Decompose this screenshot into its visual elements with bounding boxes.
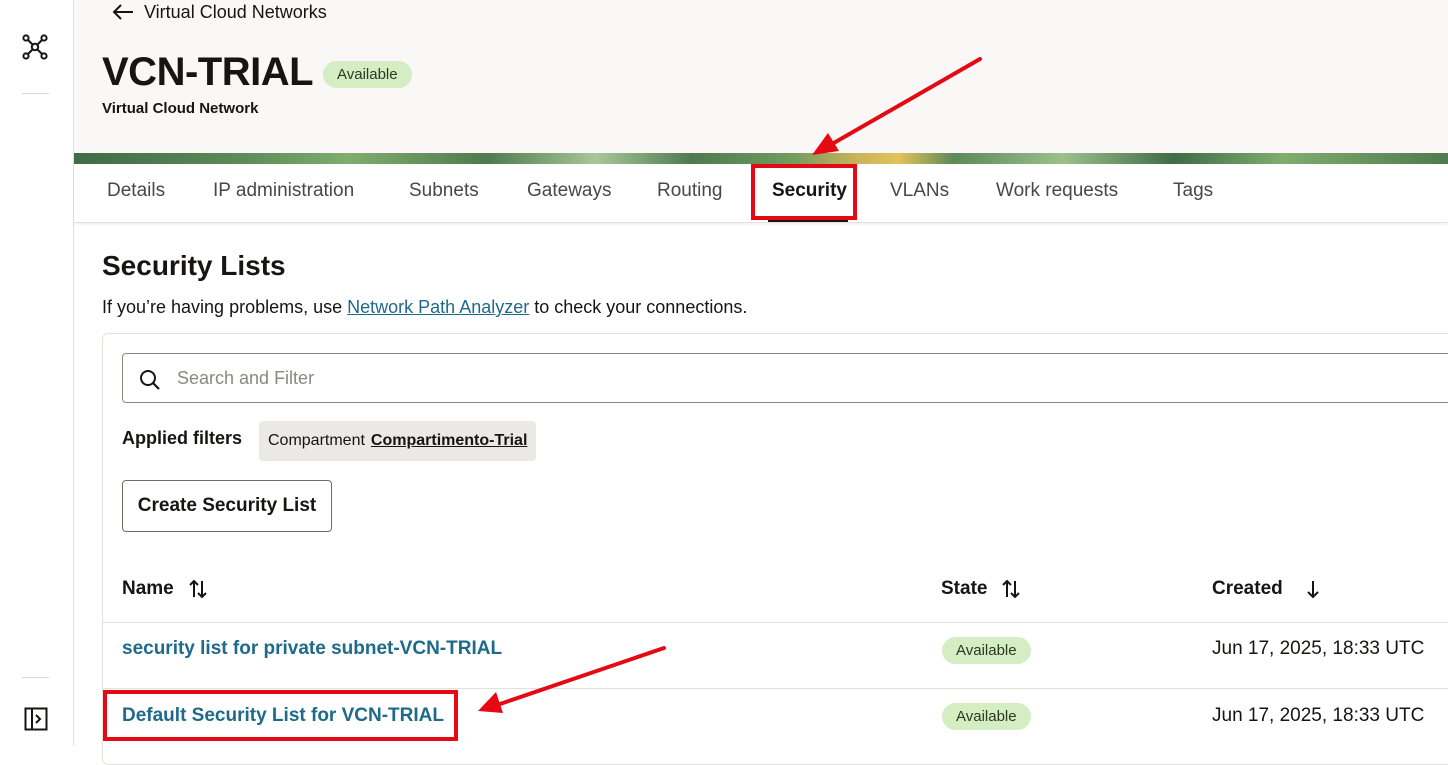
rail-divider-bottom [22, 677, 49, 678]
header-divider [103, 622, 1448, 623]
column-header-state[interactable]: State [941, 578, 1021, 600]
tab-gateways[interactable]: Gateways [527, 180, 611, 202]
tab-work-requests[interactable]: Work requests [996, 180, 1118, 202]
search-input[interactable] [175, 354, 979, 402]
sort-icon[interactable] [188, 578, 208, 600]
created-date: Jun 17, 2025, 18:33 UTC [1212, 705, 1425, 726]
created-date: Jun 17, 2025, 18:33 UTC [1212, 638, 1425, 659]
back-arrow-icon [112, 4, 133, 20]
sort-icon[interactable] [1001, 578, 1021, 600]
row-divider [103, 688, 1448, 689]
filter-chip-value[interactable]: Compartimento-Trial [371, 432, 527, 450]
status-badge: Available [323, 61, 412, 88]
column-header-created[interactable]: Created [1212, 578, 1323, 600]
resource-type: Virtual Cloud Network [102, 100, 259, 117]
tab-routing[interactable]: Routing [657, 180, 723, 202]
tab-details[interactable]: Details [107, 180, 165, 202]
annotation-highlight-default-list [103, 690, 458, 741]
rail-divider [22, 93, 49, 94]
security-list-name-link[interactable]: security list for private subnet-VCN-TRI… [122, 638, 502, 660]
filter-chip[interactable]: Compartment Compartimento-Trial [259, 421, 537, 461]
tab-subnets[interactable]: Subnets [409, 180, 479, 202]
back-link[interactable]: Virtual Cloud Networks [112, 0, 327, 24]
page-title: VCN-TRIAL [102, 50, 314, 94]
decorative-banner [74, 153, 1448, 164]
state-badge: Available [942, 703, 1031, 730]
tab-ip-administration[interactable]: IP administration [213, 180, 354, 202]
column-header-name[interactable]: Name [122, 578, 208, 600]
search-icon [140, 370, 160, 390]
create-security-list-button[interactable]: Create Security List [122, 480, 332, 532]
tab-tags[interactable]: Tags [1173, 180, 1213, 202]
expand-panel-icon[interactable] [24, 707, 48, 731]
left-rail [0, 0, 74, 746]
tab-vlans[interactable]: VLANs [890, 180, 949, 202]
network-icon[interactable] [22, 34, 48, 60]
sort-down-icon[interactable] [1303, 578, 1323, 600]
helper-text: If you’re having problems, use Network P… [102, 297, 748, 317]
network-path-analyzer-link[interactable]: Network Path Analyzer [347, 297, 529, 317]
search-box[interactable] [122, 353, 1448, 403]
state-badge: Available [942, 637, 1031, 664]
filter-chip-key: Compartment [268, 432, 365, 449]
section-title: Security Lists [102, 250, 286, 281]
back-link-label[interactable]: Virtual Cloud Networks [144, 2, 327, 23]
applied-filters-label: Applied filters [122, 428, 243, 448]
annotation-highlight-security-tab [751, 164, 857, 220]
